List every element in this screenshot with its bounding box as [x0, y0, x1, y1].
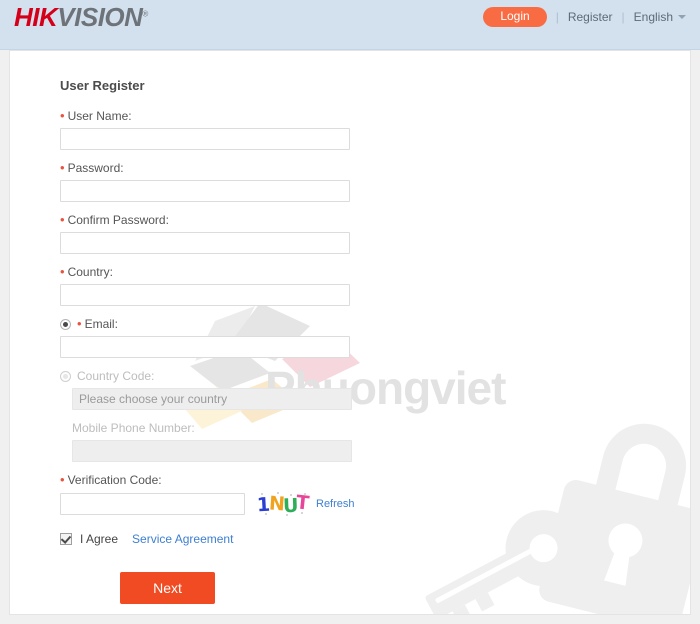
logo-text-secondary: VISION — [57, 2, 143, 32]
field-confirm-password: • Confirm Password: — [60, 213, 690, 254]
label-text: Mobile Phone Number: — [72, 421, 195, 435]
required-marker: • — [60, 264, 65, 279]
chevron-down-icon — [678, 15, 686, 19]
captcha-char-4: T — [294, 492, 311, 515]
captcha-noise-dot — [304, 493, 306, 495]
registered-trademark-icon: ® — [142, 9, 148, 19]
required-marker: • — [60, 472, 65, 487]
required-marker: • — [60, 108, 65, 123]
language-selector[interactable]: English — [634, 10, 686, 24]
user-name-input[interactable] — [60, 128, 350, 150]
label-verification-code: • Verification Code: — [60, 473, 690, 487]
captcha-noise-dot — [290, 494, 292, 496]
register-card: Phuongviet User Register • User Name: • … — [9, 50, 691, 615]
captcha-noise-dot — [277, 492, 279, 494]
service-agreement-link[interactable]: Service Agreement — [132, 532, 233, 546]
country-code-radio[interactable] — [60, 370, 71, 382]
label-password: • Password: — [60, 161, 690, 175]
captcha-noise-dot — [261, 493, 263, 495]
field-user-name: • User Name: — [60, 109, 690, 150]
label-confirm-password: • Confirm Password: — [60, 213, 690, 227]
agreement-row: I Agree Service Agreement — [60, 532, 690, 546]
email-input[interactable] — [60, 336, 350, 358]
register-link[interactable]: Register — [568, 10, 613, 24]
next-button[interactable]: Next — [120, 572, 215, 604]
required-marker: • — [60, 160, 65, 175]
logo-text-primary: HIK — [14, 2, 58, 32]
agree-checkbox[interactable] — [60, 533, 72, 545]
field-country-code: Country Code: Please choose your country — [60, 369, 690, 410]
captcha-noise-dot — [286, 514, 288, 516]
label-country-code: Country Code: — [60, 369, 690, 383]
required-marker: • — [60, 212, 65, 227]
label-text: Email: — [84, 317, 118, 331]
label-text: Confirm Password: — [67, 213, 169, 227]
field-password: • Password: — [60, 161, 690, 202]
password-input[interactable] — [60, 180, 350, 202]
label-mobile-phone: Mobile Phone Number: — [72, 421, 690, 435]
field-country: • Country: — [60, 265, 690, 306]
refresh-captcha-link[interactable]: Refresh — [316, 498, 355, 510]
nav-separator-2: | — [621, 10, 625, 24]
captcha-noise-dot — [265, 513, 267, 515]
label-text: Password: — [67, 161, 124, 175]
country-code-select[interactable]: Please choose your country — [72, 388, 352, 410]
captcha-noise-dot — [301, 512, 303, 514]
nav-separator-1: | — [555, 10, 559, 24]
field-mobile-phone: Mobile Phone Number: — [60, 421, 690, 462]
page-title: User Register — [60, 78, 145, 93]
label-text: Country: — [67, 265, 113, 279]
site-header: HIKVISION® Login | Register | English — [0, 0, 700, 50]
header-nav: Login | Register | English — [483, 7, 686, 27]
verification-row: 1 N U T Refresh — [60, 492, 690, 516]
email-radio[interactable] — [60, 318, 71, 330]
field-verification-code: • Verification Code: 1 N U T Refresh — [60, 473, 690, 516]
agree-label: I Agree — [80, 532, 119, 546]
country-input[interactable] — [60, 284, 350, 306]
label-text: User Name: — [67, 109, 132, 123]
confirm-password-input[interactable] — [60, 232, 350, 254]
label-text: Country Code: — [77, 369, 155, 383]
hikvision-logo: HIKVISION® — [14, 2, 148, 33]
user-register-form: User Register • User Name: • Password: •… — [10, 51, 690, 604]
field-email: • Email: — [60, 317, 690, 358]
verification-code-input[interactable] — [60, 493, 245, 515]
required-marker: • — [77, 316, 82, 331]
mobile-phone-input — [72, 440, 352, 462]
label-country: • Country: — [60, 265, 690, 279]
label-text: Verification Code: — [67, 473, 162, 487]
login-button[interactable]: Login — [483, 7, 547, 27]
label-user-name: • User Name: — [60, 109, 690, 123]
language-label: English — [633, 10, 673, 24]
captcha-image[interactable]: 1 N U T — [257, 492, 311, 516]
label-email: • Email: — [60, 317, 690, 331]
